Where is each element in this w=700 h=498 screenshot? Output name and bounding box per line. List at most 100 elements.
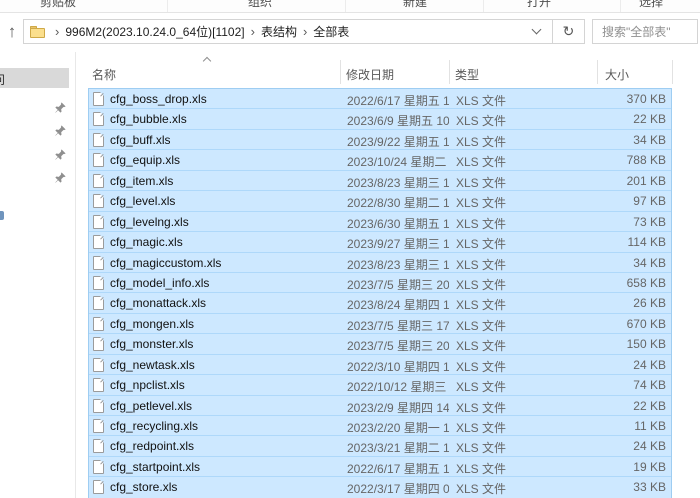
file-date-modified: 2022/6/17 星期五 17:... [347, 461, 449, 476]
file-row[interactable]: cfg_magic.xls 2023/9/27 星期三 16:... XLS 文… [89, 232, 671, 253]
pin-icon[interactable] [55, 100, 66, 113]
file-name: cfg_equip.xls [110, 153, 181, 168]
file-size: 114 KB [627, 235, 666, 250]
file-size: 788 KB [626, 153, 666, 168]
file-row[interactable]: cfg_recycling.xls 2023/2/20 星期一 17:... X… [89, 416, 671, 437]
file-type: XLS 文件 [456, 359, 507, 374]
column-header-size[interactable]: 大小 [605, 66, 629, 83]
file-type: XLS 文件 [456, 421, 507, 435]
file-name: cfg_startpoint.xls [110, 459, 201, 474]
file-document-icon [93, 398, 104, 413]
file-document-icon [93, 153, 104, 168]
file-row[interactable]: cfg_store.xls 2022/3/17 星期四 0:05 XLS 文件 … [89, 477, 671, 498]
pin-icon[interactable] [55, 123, 66, 136]
file-size: 24 KB [633, 357, 666, 372]
file-document-icon [93, 337, 104, 352]
file-row[interactable]: cfg_npclist.xls 2022/10/12 星期三 2... XLS … [89, 375, 671, 396]
file-type: XLS 文件 [456, 114, 507, 129]
file-date-modified: 2022/8/30 星期二 16:... [347, 196, 449, 211]
file-date-modified: 2023/7/5 星期三 20:26 [347, 277, 449, 292]
file-document-icon [93, 439, 104, 454]
column-divider[interactable] [449, 60, 450, 84]
file-type: XLS 文件 [456, 298, 507, 313]
file-name: cfg_boss_drop.xls [110, 92, 207, 106]
file-name: cfg_npclist.xls [110, 378, 185, 393]
file-size: 19 KB [633, 459, 666, 474]
file-row[interactable]: cfg_startpoint.xls 2022/6/17 星期五 17:... … [89, 456, 671, 478]
file-row[interactable]: cfg_boss_drop.xls 2022/6/17 星期五 11:... X… [89, 89, 671, 110]
file-row[interactable]: cfg_petlevel.xls 2023/2/9 星期四 14:04 XLS … [89, 395, 671, 416]
file-row[interactable]: cfg_levelng.xls 2023/6/30 星期五 13:... XLS… [89, 211, 671, 233]
file-date-modified: 2022/3/17 星期四 0:05 [347, 482, 449, 497]
file-document-icon [93, 419, 104, 433]
file-row[interactable]: cfg_level.xls 2022/8/30 星期二 16:... XLS 文… [89, 191, 671, 212]
column-header-date[interactable]: 修改日期 [346, 66, 394, 83]
file-row[interactable]: cfg_equip.xls 2023/10/24 星期二 1... XLS 文件… [89, 150, 671, 171]
file-date-modified: 2023/2/9 星期四 14:04 [347, 400, 449, 415]
file-row[interactable]: cfg_monster.xls 2023/7/5 星期三 20:26 XLS 文… [89, 334, 671, 355]
file-type: XLS 文件 [456, 94, 507, 108]
file-row[interactable]: cfg_newtask.xls 2022/3/10 星期四 18:... XLS… [89, 354, 671, 376]
breadcrumb-segment-current[interactable]: 全部表 [313, 23, 349, 40]
breadcrumb-segment-middle[interactable]: 表结构 [261, 23, 297, 40]
address-dropdown-chevron-icon[interactable] [531, 24, 542, 35]
file-date-modified: 2023/9/27 星期三 16:... [347, 237, 449, 252]
file-name: cfg_bubble.xls [110, 112, 187, 127]
file-row[interactable]: cfg_redpoint.xls 2023/3/21 星期二 10:... XL… [89, 436, 671, 457]
file-document-icon [93, 480, 104, 495]
column-header-name[interactable]: 名称 [92, 66, 116, 83]
file-name: cfg_recycling.xls [110, 419, 199, 433]
file-document-icon [93, 296, 104, 311]
file-type: XLS 文件 [456, 277, 507, 292]
file-date-modified: 2023/6/9 星期五 10:31 [347, 114, 449, 129]
file-row[interactable]: cfg_bubble.xls 2023/6/9 星期五 10:31 XLS 文件… [89, 109, 671, 130]
pin-icon[interactable] [55, 170, 66, 183]
file-row[interactable]: cfg_buff.xls 2023/9/22 星期五 13:... XLS 文件… [89, 129, 671, 151]
ribbon-group-clipboard: 剪贴板 [39, 0, 77, 9]
file-size: 22 KB [633, 398, 666, 413]
ribbon-separator [483, 0, 484, 12]
breadcrumb-chevron-icon: › [250, 24, 255, 39]
sidebar-item-quick-access[interactable]: 问 [0, 68, 69, 88]
file-name: cfg_store.xls [110, 480, 178, 495]
sort-ascending-icon [202, 56, 212, 66]
column-divider[interactable] [340, 60, 341, 84]
file-row[interactable]: cfg_monattack.xls 2023/8/24 星期四 16:... X… [89, 293, 671, 314]
refresh-button[interactable]: ↻ [552, 19, 585, 44]
pin-icon[interactable] [55, 147, 66, 160]
file-type: XLS 文件 [456, 155, 507, 170]
file-row[interactable]: cfg_model_info.xls 2023/7/5 星期三 20:26 XL… [89, 272, 671, 294]
up-arrow-button[interactable]: ↑ [2, 20, 22, 44]
address-bar[interactable]: › 996M2(2023.10.24.0_64位)[1102] › 表结构 › … [23, 19, 553, 44]
file-type: XLS 文件 [456, 339, 507, 354]
ribbon-group-open: 打开 [526, 0, 552, 9]
file-type: XLS 文件 [456, 380, 507, 395]
file-document-icon [93, 459, 104, 474]
file-size: 670 KB [626, 316, 666, 331]
column-divider[interactable] [597, 60, 598, 84]
file-size: 34 KB [633, 255, 666, 270]
column-header-type[interactable]: 类型 [455, 66, 479, 83]
file-size: 26 KB [633, 296, 666, 311]
file-size: 370 KB [626, 92, 666, 106]
file-size: 74 KB [633, 378, 666, 393]
file-type: XLS 文件 [456, 257, 507, 272]
file-type: XLS 文件 [456, 134, 507, 149]
search-input[interactable] [592, 19, 698, 44]
file-type: XLS 文件 [456, 318, 507, 333]
file-document-icon [93, 173, 104, 188]
file-type: XLS 文件 [456, 441, 507, 456]
breadcrumb-segment-root[interactable]: 996M2(2023.10.24.0_64位)[1102] [65, 23, 244, 40]
column-divider[interactable] [672, 60, 673, 84]
file-row[interactable]: cfg_item.xls 2023/8/23 星期三 11:... XLS 文件… [89, 170, 671, 192]
ribbon-separator [167, 0, 168, 12]
folder-icon [30, 25, 45, 38]
ribbon-group-organize: 组织 [247, 0, 273, 9]
file-row[interactable]: cfg_magiccustom.xls 2023/8/23 星期三 14:...… [89, 252, 671, 273]
ribbon-separator [345, 0, 346, 12]
pane-divider [75, 52, 76, 498]
file-date-modified: 2023/7/5 星期三 20:26 [347, 339, 449, 354]
file-document-icon [93, 92, 104, 106]
breadcrumb-chevron-icon: › [302, 24, 308, 39]
file-row[interactable]: cfg_mongen.xls 2023/7/5 星期三 17:10 XLS 文件… [89, 313, 671, 335]
